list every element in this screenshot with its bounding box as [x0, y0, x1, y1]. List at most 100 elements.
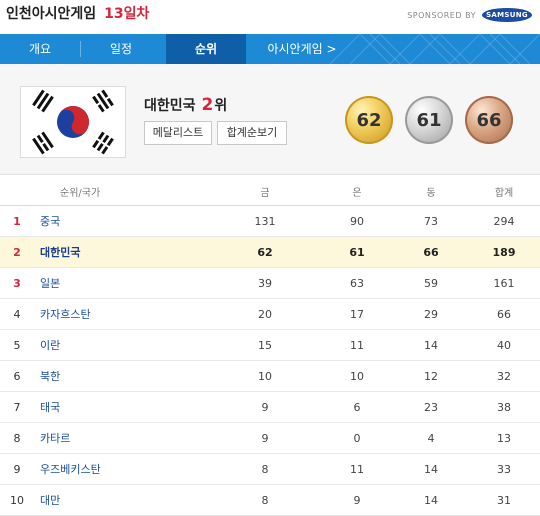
- row-gold: 131: [210, 205, 321, 237]
- table-row: 1 중국 131 90 73 294: [0, 205, 540, 237]
- row-silver: 90: [320, 205, 395, 237]
- sponsor-label: SPONSORED BY: [407, 10, 476, 20]
- table-row: 9 우즈베키스탄 8 11 14 33: [0, 453, 540, 485]
- row-rank: 10: [0, 484, 34, 516]
- row-bronze: 4: [394, 422, 469, 454]
- row-country-link[interactable]: 태국: [34, 391, 211, 423]
- row-gold: 8: [210, 453, 321, 485]
- country-summary-panel: 대한민국 2위 메달리스트 합계순보기 62 61 66: [0, 64, 540, 175]
- gold-medal-icon: 62: [345, 96, 393, 144]
- tab-asian-games[interactable]: 아시안게임 >: [252, 34, 352, 64]
- tab-ranking[interactable]: 순위: [166, 34, 246, 64]
- row-total: 38: [468, 391, 540, 423]
- row-gold: 15: [210, 329, 321, 361]
- row-bronze: 14: [394, 484, 469, 516]
- row-total: 294: [468, 205, 540, 237]
- row-total: 66: [468, 298, 540, 330]
- row-silver: 11: [320, 453, 395, 485]
- row-gold: 8: [210, 484, 321, 516]
- column-header-gold: 금: [210, 178, 321, 206]
- row-rank: 6: [0, 360, 34, 392]
- table-row: 5 이란 15 11 14 40: [0, 329, 540, 361]
- row-gold: 9: [210, 391, 321, 423]
- row-total: 161: [468, 267, 540, 299]
- row-bronze: 23: [394, 391, 469, 423]
- row-total: 189: [468, 236, 540, 268]
- row-country-link[interactable]: 일본: [34, 267, 211, 299]
- table-header-row: 순위/국가 금 은 동 합계: [0, 178, 540, 206]
- table-row-highlighted: 2 대한민국 62 61 66 189: [0, 236, 540, 268]
- medal-ranking-table: 순위/국가 금 은 동 합계 1 중국 131 90 73 294 2 대한민국…: [0, 178, 540, 516]
- total-rank-button[interactable]: 합계순보기: [217, 121, 287, 145]
- row-bronze: 29: [394, 298, 469, 330]
- row-silver: 17: [320, 298, 395, 330]
- row-rank: 7: [0, 391, 34, 423]
- row-rank: 5: [0, 329, 34, 361]
- row-rank: 2: [0, 236, 34, 268]
- table-row: 3 일본 39 63 59 161: [0, 267, 540, 299]
- table-row: 4 카자흐스탄 20 17 29 66: [0, 298, 540, 330]
- rank-suffix: 위: [214, 98, 228, 114]
- row-silver: 63: [320, 267, 395, 299]
- tab-schedule[interactable]: 일정: [81, 34, 161, 64]
- row-bronze: 14: [394, 329, 469, 361]
- nav-pattern-decoration: [330, 34, 540, 64]
- row-country-link[interactable]: 북한: [34, 360, 211, 392]
- row-rank: 8: [0, 422, 34, 454]
- row-bronze: 12: [394, 360, 469, 392]
- flag-graphic: [21, 87, 125, 157]
- bronze-medal-icon: 66: [465, 96, 513, 144]
- top-header: 인천아시안게임 13일차 SPONSORED BY SAMSUNG: [0, 0, 540, 36]
- medalist-button[interactable]: 메달리스트: [144, 121, 212, 145]
- row-total: 40: [468, 329, 540, 361]
- row-country-link[interactable]: 중국: [34, 205, 211, 237]
- country-name: 대한민국: [144, 98, 196, 114]
- column-header-country: 순위/국가: [0, 178, 211, 206]
- row-country-link[interactable]: 우즈베키스탄: [34, 453, 211, 485]
- tab-overview[interactable]: 개요: [0, 34, 80, 64]
- sponsor-area: SPONSORED BY SAMSUNG: [407, 8, 532, 22]
- event-day: 13일차: [104, 6, 150, 22]
- table-row: 6 북한 10 10 12 32: [0, 360, 540, 392]
- row-country-link[interactable]: 카자흐스탄: [34, 298, 211, 330]
- row-total: 32: [468, 360, 540, 392]
- row-silver: 6: [320, 391, 395, 423]
- row-rank: 3: [0, 267, 34, 299]
- nav-bar: 개요 일정 순위 아시안게임 >: [0, 34, 540, 64]
- table-row: 7 태국 9 6 23 38: [0, 391, 540, 423]
- south-korea-flag-icon: [20, 86, 126, 158]
- country-rank: 2: [201, 95, 214, 115]
- row-bronze: 14: [394, 453, 469, 485]
- row-gold: 62: [210, 236, 321, 268]
- table-row: 10 대만 8 9 14 31: [0, 484, 540, 516]
- silver-medal-icon: 61: [405, 96, 453, 144]
- row-rank: 1: [0, 205, 34, 237]
- row-rank: 4: [0, 298, 34, 330]
- row-silver: 11: [320, 329, 395, 361]
- column-header-silver: 은: [320, 178, 395, 206]
- row-bronze: 59: [394, 267, 469, 299]
- row-bronze: 66: [394, 236, 469, 268]
- row-silver: 10: [320, 360, 395, 392]
- row-gold: 20: [210, 298, 321, 330]
- table-row: 8 카타르 9 0 4 13: [0, 422, 540, 454]
- row-gold: 39: [210, 267, 321, 299]
- row-gold: 10: [210, 360, 321, 392]
- row-country-link[interactable]: 카타르: [34, 422, 211, 454]
- country-rank-heading: 대한민국 2위: [144, 95, 227, 115]
- row-bronze: 73: [394, 205, 469, 237]
- row-country-link[interactable]: 이란: [34, 329, 211, 361]
- row-total: 13: [468, 422, 540, 454]
- row-total: 33: [468, 453, 540, 485]
- samsung-logo: SAMSUNG: [482, 8, 532, 22]
- row-silver: 0: [320, 422, 395, 454]
- column-header-bronze: 동: [394, 178, 469, 206]
- row-total: 31: [468, 484, 540, 516]
- row-country-link[interactable]: 대한민국: [34, 236, 211, 268]
- row-rank: 9: [0, 453, 34, 485]
- row-gold: 9: [210, 422, 321, 454]
- row-country-link[interactable]: 대만: [34, 484, 211, 516]
- row-silver: 61: [320, 236, 395, 268]
- column-header-total: 합계: [468, 178, 540, 206]
- row-silver: 9: [320, 484, 395, 516]
